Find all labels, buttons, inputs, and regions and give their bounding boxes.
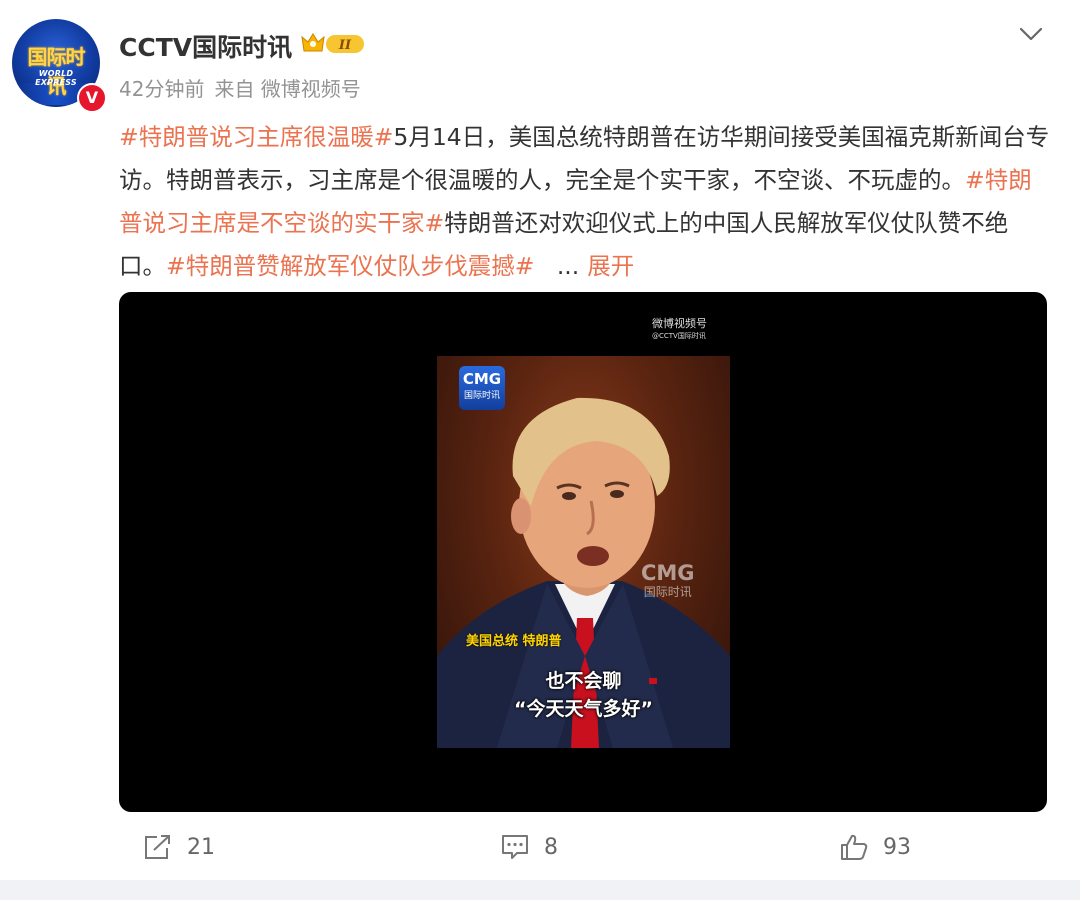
video-watermark-top: 微博视频号 @CCTV国际时讯: [652, 318, 707, 342]
watermark-top-line1: 微博视频号: [652, 317, 707, 330]
repost-icon: [145, 835, 170, 859]
post-meta: 42分钟前 来自 微博视频号: [119, 73, 371, 102]
watermark-top-line2: @CCTV国际时讯: [652, 332, 706, 340]
member-level-badge-icon[interactable]: II: [300, 31, 368, 57]
comment-count: 8: [544, 834, 558, 860]
hashtag-link[interactable]: #特朗普说习主席很温暖#: [119, 123, 393, 151]
repost-button[interactable]: 21: [143, 830, 215, 864]
verified-icon: V: [77, 83, 107, 113]
like-count: 93: [883, 834, 911, 860]
speaker-caption: 美国总统 特朗普: [466, 634, 562, 649]
weibo-post-card: 国际时讯 WORLD EXPRESS V CCTV国际时讯 II 42分钟前 来自…: [0, 0, 1080, 880]
ellipsis: ...: [556, 252, 580, 280]
cmg-logo-line1: CMG: [462, 370, 502, 388]
level-badge-text: II: [338, 38, 352, 53]
hashtag-link[interactable]: #特朗普赞解放军仪仗队步伐震撼#: [166, 252, 534, 280]
chevron-down-icon[interactable]: [1018, 24, 1044, 44]
thumbs-up-icon: [841, 834, 868, 860]
post-text: #特朗普说习主席很温暖#5月14日，美国总统特朗普在访华期间接受美国福克斯新闻台…: [119, 116, 1054, 288]
expand-link[interactable]: 展开: [587, 252, 634, 280]
video-frame[interactable]: CMG 国际时讯 CMG 国际时讯 美国总统 特朗普 也不会聊 “今天天气多好”: [437, 356, 730, 748]
author-name[interactable]: CCTV国际时讯: [119, 28, 292, 64]
cmg-watermark: CMG 国际时讯: [641, 561, 695, 599]
post-source: 来自 微博视频号: [214, 77, 361, 101]
cmg-watermark-line1: CMG: [641, 561, 695, 585]
comment-icon: [502, 835, 528, 859]
comment-button[interactable]: 8: [500, 830, 558, 864]
cmg-watermark-line2: 国际时讯: [643, 585, 692, 599]
post-time[interactable]: 42分钟前: [119, 77, 204, 101]
cmg-logo: CMG 国际时讯: [459, 366, 505, 410]
repost-count: 21: [187, 834, 215, 860]
subtitle-line1: 也不会聊: [545, 670, 622, 692]
avatar-logo-en: WORLD EXPRESS: [35, 69, 77, 87]
like-button[interactable]: 93: [839, 830, 911, 864]
subtitle-line2: “今天天气多好”: [514, 698, 653, 720]
cmg-logo-line2: 国际时讯: [463, 391, 500, 401]
